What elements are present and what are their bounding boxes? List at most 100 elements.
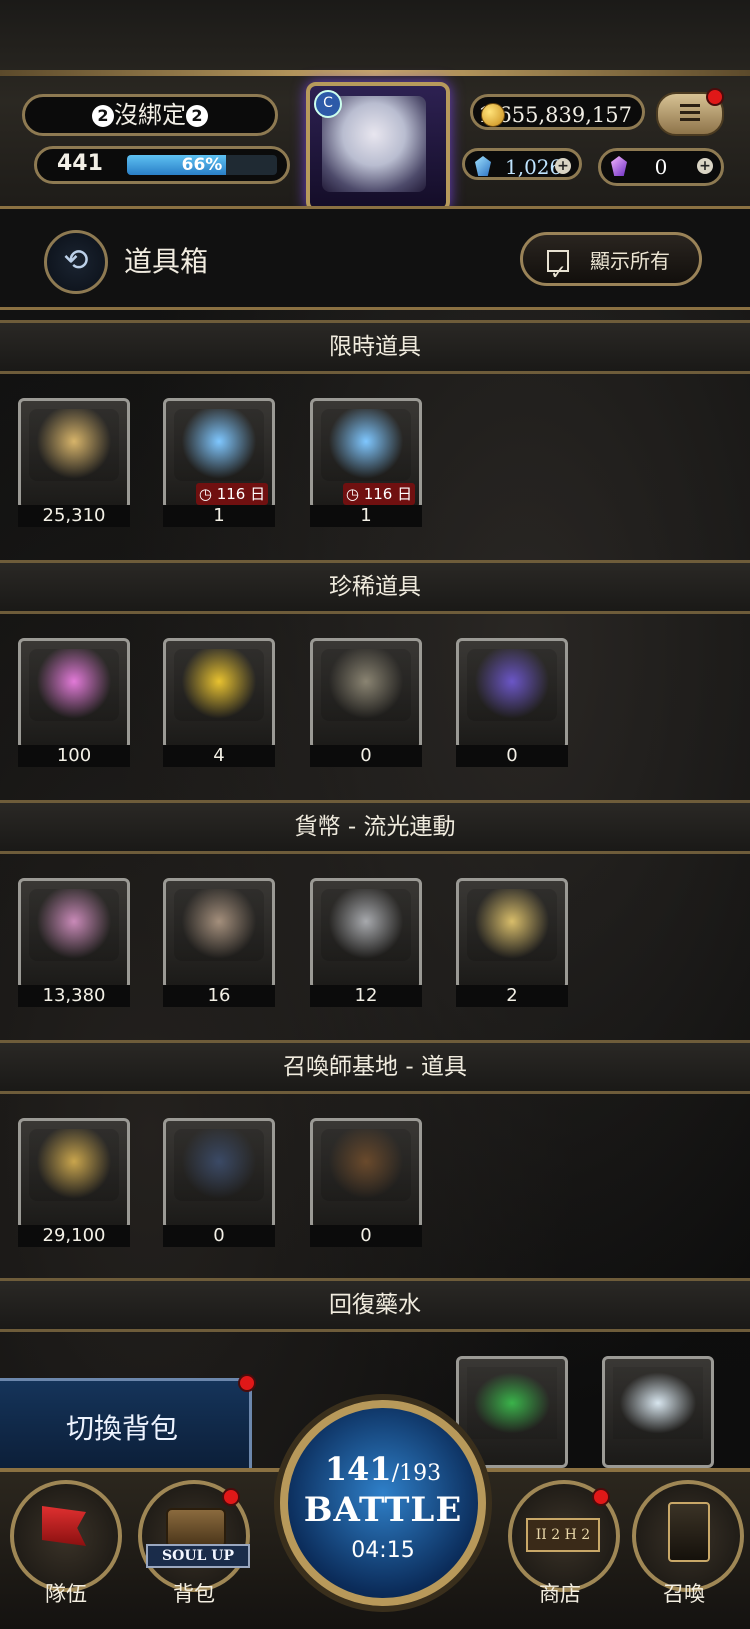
notification-dot bbox=[706, 88, 724, 106]
show-all-button[interactable]: 顯示所有 bbox=[520, 232, 702, 298]
stamina-max: /193 bbox=[391, 1461, 442, 1486]
item-quantity: 0 bbox=[310, 745, 422, 767]
player-level: 441 bbox=[57, 151, 103, 176]
exp-bar: 66% bbox=[127, 155, 277, 175]
crystal-amount: 0 bbox=[654, 155, 668, 179]
stamina-count: 141/193 bbox=[288, 1450, 478, 1488]
diamond-icon bbox=[475, 156, 491, 176]
add-crystal-button[interactable]: + bbox=[697, 158, 713, 174]
item-quantity: 12 bbox=[310, 985, 422, 1007]
battle-button[interactable]: 141/193 BATTLE 04:15 bbox=[280, 1400, 486, 1606]
item-quantity: 13,380 bbox=[18, 985, 130, 1007]
item-slot[interactable]: 16 bbox=[163, 878, 275, 1007]
prism-gem-icon bbox=[29, 889, 119, 961]
soul-up-badge: SOUL UP bbox=[146, 1544, 250, 1568]
silver-card-icon bbox=[321, 889, 411, 961]
switch-bag-button[interactable]: 切換背包 bbox=[0, 1378, 252, 1478]
shop-notification-dot bbox=[592, 1488, 610, 1506]
item-quantity: 29,100 bbox=[18, 1225, 130, 1247]
clock-icon: ◷ bbox=[345, 485, 364, 503]
item-slot[interactable]: ◷ 116 日1 bbox=[310, 398, 422, 527]
item-slot[interactable]: 13,380 bbox=[18, 878, 130, 1007]
item-quantity: 4 bbox=[163, 745, 275, 767]
section-header: 召喚師基地 - 道具 bbox=[0, 1040, 750, 1094]
gold-coin-icon bbox=[481, 103, 505, 127]
expiry-timer: ◷ 116 日 bbox=[343, 483, 415, 505]
item-quantity: 1 bbox=[310, 505, 422, 527]
horn-icon bbox=[321, 649, 411, 721]
back-button[interactable]: ⟲ bbox=[44, 230, 108, 294]
item-quantity: 1 bbox=[163, 505, 275, 527]
green-bottle-icon bbox=[467, 1367, 557, 1439]
menu-icon-bar bbox=[680, 111, 700, 114]
exp-percent: 66% bbox=[181, 155, 223, 175]
item-slot[interactable]: 25,310 bbox=[18, 398, 130, 527]
summon-label: 召喚 bbox=[663, 1582, 705, 1606]
page-title: 道具箱 bbox=[124, 245, 209, 278]
item-quantity: 0 bbox=[456, 745, 568, 767]
team-button[interactable] bbox=[10, 1480, 122, 1592]
item-slot[interactable]: 12 bbox=[310, 878, 422, 1007]
item-slot[interactable]: ◷ 116 日1 bbox=[163, 398, 275, 527]
bag-notification-dot bbox=[222, 1488, 240, 1506]
white-bottle-icon bbox=[613, 1367, 703, 1439]
stamina-timer: 04:15 bbox=[351, 1538, 415, 1563]
item-quantity: 0 bbox=[163, 1225, 275, 1247]
item-slot[interactable]: 0 bbox=[456, 638, 568, 767]
menu-icon bbox=[680, 104, 700, 107]
name-badge-right: 2 bbox=[186, 105, 208, 127]
summon-card-icon bbox=[668, 1502, 710, 1562]
expiry-timer: ◷ 116 日 bbox=[196, 483, 268, 505]
battle-label: BATTLE bbox=[303, 1490, 463, 1530]
add-diamond-button[interactable]: + bbox=[555, 158, 571, 174]
red-flag-icon bbox=[42, 1506, 86, 1546]
item-slot[interactable]: 29,100 bbox=[18, 1118, 130, 1247]
gold-pill: 1,655,839,157 bbox=[470, 94, 645, 130]
switch-bag-notification-dot bbox=[238, 1374, 256, 1392]
player-name-pill[interactable]: 2 沒綁定 2 bbox=[22, 94, 278, 136]
gold-card-icon bbox=[467, 889, 557, 961]
section-header: 限時道具 bbox=[0, 320, 750, 374]
item-quantity: 2 bbox=[456, 985, 568, 1007]
base-coin-icon bbox=[29, 1129, 119, 1201]
item-quantity: 100 bbox=[18, 745, 130, 767]
bag-label: 背包 bbox=[173, 1582, 215, 1606]
player-avatar[interactable]: C bbox=[306, 82, 450, 212]
clock-icon: ◷ bbox=[198, 485, 217, 503]
team-label: 隊伍 bbox=[45, 1582, 87, 1606]
item-quantity: 25,310 bbox=[18, 505, 130, 527]
blue-backpack-icon bbox=[174, 1129, 264, 1201]
gold-medal-icon bbox=[29, 409, 119, 481]
menu-button[interactable] bbox=[656, 88, 724, 136]
summon-orb-lion-icon bbox=[174, 409, 264, 481]
item-quantity: 16 bbox=[163, 985, 275, 1007]
purple-crystal-icon bbox=[611, 156, 627, 176]
expiry-timer-text: 116 日 bbox=[363, 485, 413, 503]
item-slot[interactable]: 2 bbox=[456, 878, 568, 1007]
summon-orb-green-icon bbox=[321, 409, 411, 481]
item-slot[interactable]: 4 bbox=[163, 638, 275, 767]
item-slot[interactable]: 0 bbox=[310, 638, 422, 767]
stamina-current: 141 bbox=[324, 1450, 392, 1488]
item-quantity: 0 bbox=[310, 1225, 422, 1247]
treasure-chest-icon bbox=[166, 1508, 226, 1548]
menu-icon-bar bbox=[680, 118, 700, 121]
player-name: 沒綁定 bbox=[114, 101, 186, 129]
golden-heart-icon bbox=[174, 649, 264, 721]
diamond-pill: 1,026 + bbox=[462, 148, 582, 180]
summon-button[interactable] bbox=[632, 1480, 744, 1592]
pink-ticket-icon bbox=[29, 649, 119, 721]
section-header: 珍稀道具 bbox=[0, 560, 750, 614]
item-slot[interactable]: 100 bbox=[18, 638, 130, 767]
diamond-amount: 1,026 bbox=[505, 155, 563, 179]
item-slot[interactable] bbox=[602, 1356, 714, 1468]
purple-crystal-icon bbox=[467, 649, 557, 721]
show-all-label: 顯示所有 bbox=[590, 249, 670, 273]
expiry-timer-text: 116 日 bbox=[216, 485, 266, 503]
item-slot[interactable]: 0 bbox=[310, 1118, 422, 1247]
item-slot[interactable]: 0 bbox=[163, 1118, 275, 1247]
shop-sign-icon: II 2 H 2 bbox=[526, 1518, 600, 1552]
section-header: 回復藥水 bbox=[0, 1278, 750, 1332]
avatar-rank-badge: C bbox=[314, 90, 342, 118]
level-pill: 441 66% bbox=[34, 146, 290, 184]
